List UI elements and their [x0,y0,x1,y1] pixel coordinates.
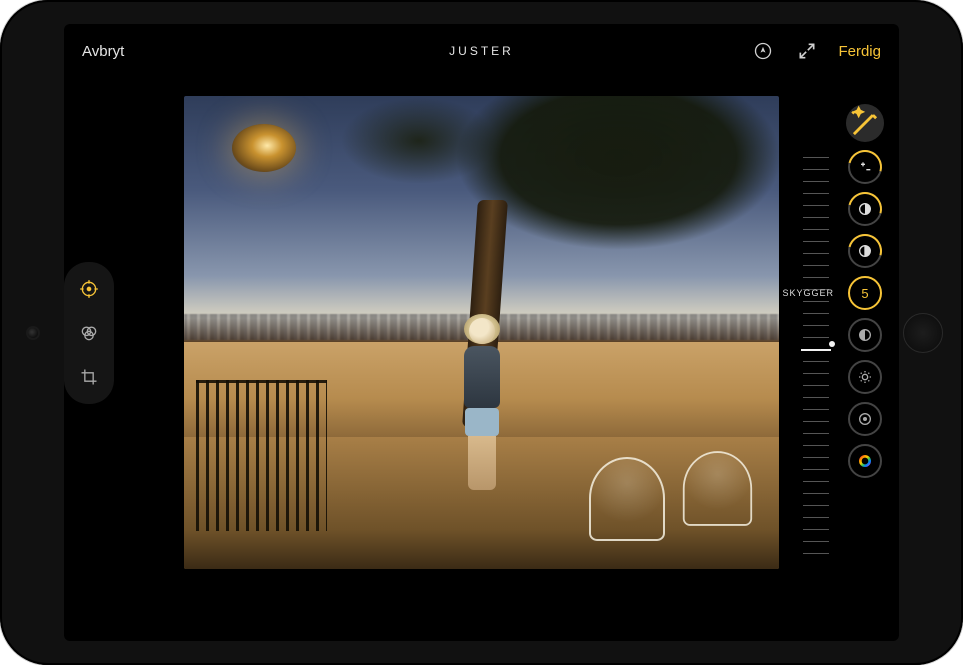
mode-title: JUSTER [232,44,731,58]
spectrum-ring-icon [857,453,873,469]
adjustment-value: 5 [861,286,868,301]
mode-filters-button[interactable] [74,318,104,348]
front-camera [28,328,38,338]
markup-pen-icon[interactable] [750,38,776,64]
auto-enhance-button[interactable] [846,104,884,142]
adjust-blackpoint[interactable] [848,402,882,436]
adjust-highlights[interactable] [848,234,882,268]
adjust-saturation[interactable] [848,444,882,478]
magic-wand-icon [846,104,884,142]
photo-image [184,96,779,569]
cancel-button[interactable]: Avbryt [82,43,124,60]
fullscreen-icon[interactable] [794,38,820,64]
ipad-frame: Avbryt JUSTER Ferdig [0,0,963,665]
edit-mode-strip [64,262,114,404]
adjust-brightness[interactable] [848,360,882,394]
adjust-exposure[interactable] [848,150,882,184]
photo-editor-screen: Avbryt JUSTER Ferdig [64,24,899,641]
mode-crop-button[interactable] [74,362,104,392]
dot-ring-icon [857,411,873,427]
photo-canvas[interactable] [184,96,779,569]
editor-topbar: Avbryt JUSTER Ferdig [64,24,899,78]
ruler-indicator [801,349,831,351]
half-split-icon [857,243,873,259]
adjustment-label: SKYGGER [782,288,834,298]
adjustment-strip: SKYGGER 5 [837,104,893,601]
mode-adjust-button[interactable] [74,274,104,304]
adjust-contrast[interactable] [848,318,882,352]
home-button[interactable] [903,313,943,353]
sun-icon [857,369,873,385]
adjust-brilliance[interactable] [848,192,882,226]
half-circle-alt-icon [857,327,873,343]
half-circle-icon [857,201,873,217]
done-button[interactable]: Ferdig [838,43,881,60]
adjust-shadows[interactable]: SKYGGER 5 [848,276,882,310]
plus-minus-icon [857,159,873,175]
intensity-ruler[interactable] [803,154,829,561]
